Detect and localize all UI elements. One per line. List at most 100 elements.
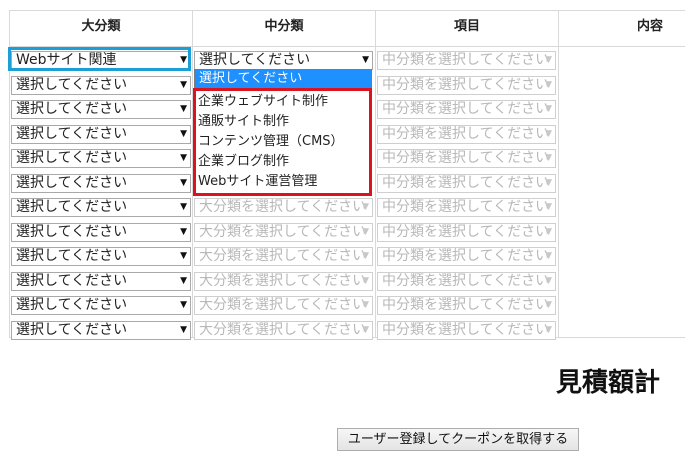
- item-select[interactable]: 中分類を選択してください ▼: [377, 100, 556, 119]
- chevron-down-icon: ▼: [545, 153, 552, 163]
- chevron-down-icon: ▼: [180, 251, 187, 261]
- chevron-down-icon: ▼: [545, 55, 552, 65]
- select-value: 選択してください: [199, 52, 311, 68]
- medium-category-select[interactable]: 大分類を選択してください ▼: [194, 296, 373, 315]
- chevron-down-icon: ▼: [180, 129, 187, 139]
- focus-highlight: [8, 47, 191, 71]
- chevron-down-icon: ▼: [180, 202, 187, 212]
- large-category-select[interactable]: 選択してください ▼: [11, 272, 191, 291]
- large-category-select[interactable]: 選択してください ▼: [11, 223, 191, 242]
- large-category-select[interactable]: 選択してください ▼: [11, 100, 191, 119]
- item-select[interactable]: 中分類を選択してください ▼: [377, 198, 556, 217]
- select-value: 選択してください: [16, 273, 128, 289]
- large-category-select[interactable]: 選択してください ▼: [11, 76, 191, 95]
- medium-category-select[interactable]: 大分類を選択してください ▼: [194, 198, 373, 217]
- select-value: 中分類を選択してください: [382, 273, 550, 289]
- select-value: 中分類を選択してください: [382, 297, 550, 313]
- select-value: 中分類を選択してください: [382, 77, 550, 93]
- chevron-down-icon: ▼: [180, 80, 187, 90]
- select-value: 選択してください: [16, 224, 128, 240]
- select-value: 選択してください: [16, 322, 128, 338]
- header-large-category: 大分類: [81, 19, 121, 34]
- chevron-down-icon: ▼: [362, 227, 369, 237]
- chevron-down-icon: ▼: [180, 104, 187, 114]
- select-value: 中分類を選択してください: [382, 199, 550, 215]
- medium-category-select[interactable]: 大分類を選択してください ▼: [194, 321, 373, 340]
- large-category-select[interactable]: 選択してください ▼: [11, 174, 191, 193]
- select-value: 中分類を選択してください: [382, 150, 550, 166]
- item-select[interactable]: 中分類を選択してください ▼: [377, 296, 556, 315]
- chevron-down-icon: ▼: [362, 251, 369, 261]
- chevron-down-icon: ▼: [362, 325, 369, 335]
- large-category-select[interactable]: 選択してください ▼: [11, 198, 191, 217]
- select-value: 選択してください: [16, 101, 128, 117]
- item-select[interactable]: 中分類を選択してください ▼: [377, 174, 556, 193]
- select-value: 大分類を選択してください: [199, 297, 367, 313]
- select-value: 大分類を選択してください: [199, 322, 367, 338]
- table-border: [558, 10, 559, 338]
- select-value: 選択してください: [16, 126, 128, 142]
- select-value: 中分類を選択してください: [382, 101, 550, 117]
- item-select[interactable]: 中分類を選択してください ▼: [377, 51, 556, 70]
- medium-category-select[interactable]: 大分類を選択してください ▼: [194, 272, 373, 291]
- medium-category-select[interactable]: 大分類を選択してください ▼: [194, 223, 373, 242]
- select-value: 大分類を選択してください: [199, 248, 367, 264]
- large-category-select[interactable]: 選択してください ▼: [11, 321, 191, 340]
- select-value: 選択してください: [16, 175, 128, 191]
- select-value: 中分類を選択してください: [382, 126, 550, 142]
- select-value: 選択してください: [16, 248, 128, 264]
- estimate-total-label: 見積額計: [556, 368, 661, 398]
- chevron-down-icon: ▼: [545, 276, 552, 286]
- chevron-down-icon: ▼: [362, 276, 369, 286]
- select-value: 大分類を選択してください: [199, 273, 367, 289]
- select-value: 中分類を選択してください: [382, 52, 550, 68]
- chevron-down-icon: ▼: [545, 202, 552, 212]
- chevron-down-icon: ▼: [545, 325, 552, 335]
- item-select[interactable]: 中分類を選択してください ▼: [377, 149, 556, 168]
- medium-category-select[interactable]: 選択してください ▼: [194, 51, 373, 70]
- select-value: 選択してください: [16, 150, 128, 166]
- chevron-down-icon: ▼: [545, 251, 552, 261]
- chevron-down-icon: ▼: [362, 202, 369, 212]
- item-select[interactable]: 中分類を選択してください ▼: [377, 223, 556, 242]
- dropdown-option-selected[interactable]: 選択してください: [195, 70, 371, 88]
- coupon-register-button[interactable]: ユーザー登録してクーポンを取得する: [337, 428, 579, 451]
- select-value: 中分類を選択してください: [382, 175, 550, 191]
- chevron-down-icon: ▼: [545, 104, 552, 114]
- chevron-down-icon: ▼: [180, 227, 187, 237]
- chevron-down-icon: ▼: [180, 300, 187, 310]
- header-content: 内容: [636, 19, 663, 34]
- large-category-select[interactable]: 選択してください ▼: [11, 247, 191, 266]
- options-highlight-box: [193, 88, 372, 196]
- item-select[interactable]: 中分類を選択してください ▼: [377, 76, 556, 95]
- large-category-select[interactable]: 選択してください ▼: [11, 125, 191, 144]
- select-value: 大分類を選択してください: [199, 224, 367, 240]
- select-value: 選択してください: [16, 297, 128, 313]
- item-select[interactable]: 中分類を選択してください ▼: [377, 272, 556, 291]
- chevron-down-icon: ▼: [362, 300, 369, 310]
- table-border: [375, 10, 376, 338]
- item-select[interactable]: 中分類を選択してください ▼: [377, 247, 556, 266]
- chevron-down-icon: ▼: [545, 80, 552, 90]
- select-value: 中分類を選択してください: [382, 224, 550, 240]
- large-category-select[interactable]: 選択してください ▼: [11, 149, 191, 168]
- chevron-down-icon: ▼: [545, 129, 552, 139]
- chevron-down-icon: ▼: [180, 276, 187, 286]
- table-border: [9, 10, 685, 11]
- select-value: 選択してください: [16, 199, 128, 215]
- chevron-down-icon: ▼: [545, 227, 552, 237]
- item-select[interactable]: 中分類を選択してください ▼: [377, 321, 556, 340]
- header-medium-category: 中分類: [264, 19, 304, 34]
- item-select[interactable]: 中分類を選択してください ▼: [377, 125, 556, 144]
- chevron-down-icon: ▼: [545, 300, 552, 310]
- large-category-select[interactable]: 選択してください ▼: [11, 296, 191, 315]
- select-value: 中分類を選択してください: [382, 248, 550, 264]
- medium-category-select[interactable]: 大分類を選択してください ▼: [194, 247, 373, 266]
- chevron-down-icon: ▼: [180, 178, 187, 188]
- select-value: 選択してください: [16, 77, 128, 93]
- select-value: 大分類を選択してください: [199, 199, 367, 215]
- chevron-down-icon: ▼: [362, 55, 369, 65]
- chevron-down-icon: ▼: [545, 178, 552, 188]
- header-item: 項目: [453, 19, 480, 34]
- chevron-down-icon: ▼: [180, 153, 187, 163]
